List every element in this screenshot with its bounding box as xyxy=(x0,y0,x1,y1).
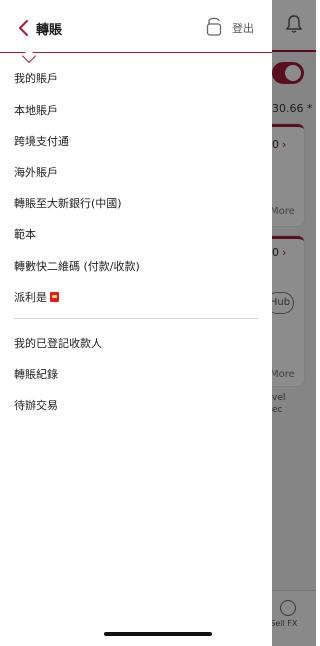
lock-icon[interactable] xyxy=(206,15,222,37)
menu-item-transfer-history[interactable]: 轉賬紀錄 xyxy=(14,366,58,382)
transfer-drawer: 轉賬 登出 我的賬戶 本地賬戶 跨境支付通 海外賬戶 轉賬至大新銀行(中國) 範… xyxy=(0,0,272,646)
menu-item-pending-transactions[interactable]: 待辦交易 xyxy=(14,397,58,413)
menu-item-transfer-to-china[interactable]: 轉賬至大新銀行(中國) xyxy=(14,195,122,211)
menu-item-red-packet[interactable]: 派利是 xyxy=(14,289,59,305)
page-title: 轉賬 xyxy=(36,23,63,38)
menu-item-overseas-accounts[interactable]: 海外賬戶 xyxy=(14,164,58,180)
logout-button[interactable]: 登出 xyxy=(232,20,254,36)
red-packet-icon xyxy=(50,292,59,302)
drawer-header: 轉賬 登出 xyxy=(0,0,272,55)
menu-item-fps-qr-code[interactable]: 轉數快二維碼 (付款/收款) xyxy=(14,258,140,274)
menu-item-label: 派利是 xyxy=(14,291,47,304)
menu-divider xyxy=(14,318,258,319)
home-indicator[interactable] xyxy=(104,632,212,636)
menu-item-templates[interactable]: 範本 xyxy=(14,226,36,242)
chevron-left-icon[interactable] xyxy=(16,18,32,38)
menu-item-registered-payees[interactable]: 我的已登記收款人 xyxy=(14,335,102,351)
menu-item-my-accounts[interactable]: 我的賬戶 xyxy=(14,70,58,86)
menu-item-cross-border-payment[interactable]: 跨境支付通 xyxy=(14,133,69,149)
menu-item-local-accounts[interactable]: 本地賬戶 xyxy=(14,102,58,118)
header-divider xyxy=(0,52,272,53)
